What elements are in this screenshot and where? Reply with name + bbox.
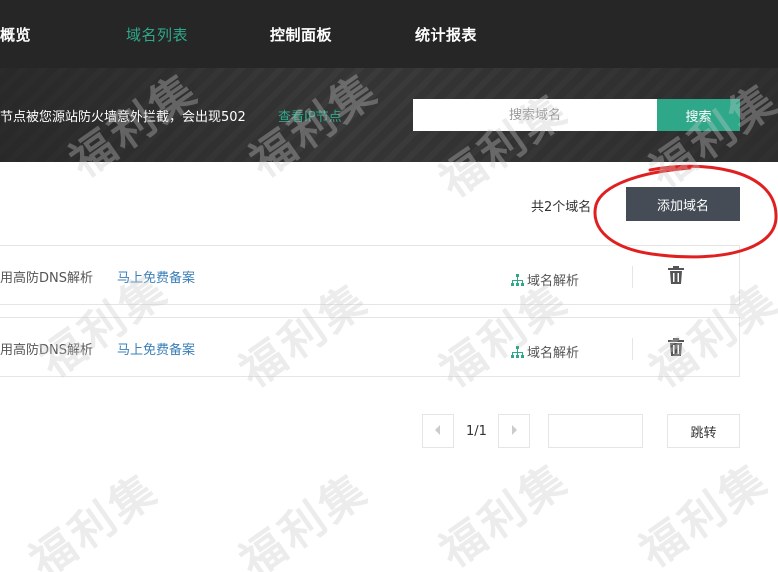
view-ip-nodes-link[interactable]: 查看IP节点 (278, 106, 342, 125)
domain-resolve-label: 域名解析 (527, 346, 580, 361)
icp-register-link[interactable]: 马上免费备案 (117, 339, 195, 358)
domain-row: 用高防DNS解析 马上免费备案 域名解析 (0, 245, 740, 305)
domain-search-input[interactable] (413, 99, 657, 131)
trash-icon (668, 266, 684, 284)
chevron-left-icon (435, 424, 440, 435)
page-indicator: 1/1 (466, 424, 487, 439)
chevron-right-icon (512, 424, 517, 435)
icp-register-link[interactable]: 马上免费备案 (117, 267, 195, 286)
page-jump-input[interactable] (548, 414, 643, 448)
dns-description: 用高防DNS解析 (0, 271, 93, 286)
network-icon (511, 274, 524, 286)
row-divider (632, 266, 633, 288)
prev-page-button[interactable] (422, 414, 454, 448)
domain-resolve-label: 域名解析 (527, 274, 580, 289)
delete-domain-button[interactable] (668, 338, 684, 360)
watermark: 福利集 (430, 453, 579, 572)
nav-item-control-panel[interactable]: 控制面板 (270, 24, 332, 45)
watermark: 福利集 (230, 463, 379, 572)
domain-row: 用高防DNS解析 马上免费备案 域名解析 (0, 317, 740, 377)
watermark: 福利集 (630, 453, 778, 572)
add-domain-button[interactable]: 添加域名 (626, 187, 740, 221)
network-icon (511, 346, 524, 358)
top-navigation: 概览 域名列表 控制面板 统计报表 (0, 0, 778, 68)
jump-button[interactable]: 跳转 (667, 414, 740, 448)
domain-resolve-link[interactable]: 域名解析 (511, 270, 579, 289)
delete-domain-button[interactable] (668, 266, 684, 288)
watermark: 福利集 (20, 463, 169, 572)
banner: 节点被您源站防火墙意外拦截，会出现502 查看IP节点 搜索 (0, 68, 778, 162)
firewall-notice: 节点被您源站防火墙意外拦截，会出现502 (0, 110, 246, 125)
nav-item-domain-list[interactable]: 域名列表 (126, 24, 188, 45)
domain-resolve-link[interactable]: 域名解析 (511, 342, 579, 361)
nav-item-overview[interactable]: 概览 (0, 24, 31, 45)
nav-item-statistics[interactable]: 统计报表 (415, 24, 477, 45)
domain-count: 共2个域名 (531, 200, 592, 215)
dns-description: 用高防DNS解析 (0, 343, 93, 358)
trash-icon (668, 338, 684, 356)
row-divider (632, 338, 633, 360)
next-page-button[interactable] (498, 414, 530, 448)
search-button[interactable]: 搜索 (657, 99, 740, 131)
